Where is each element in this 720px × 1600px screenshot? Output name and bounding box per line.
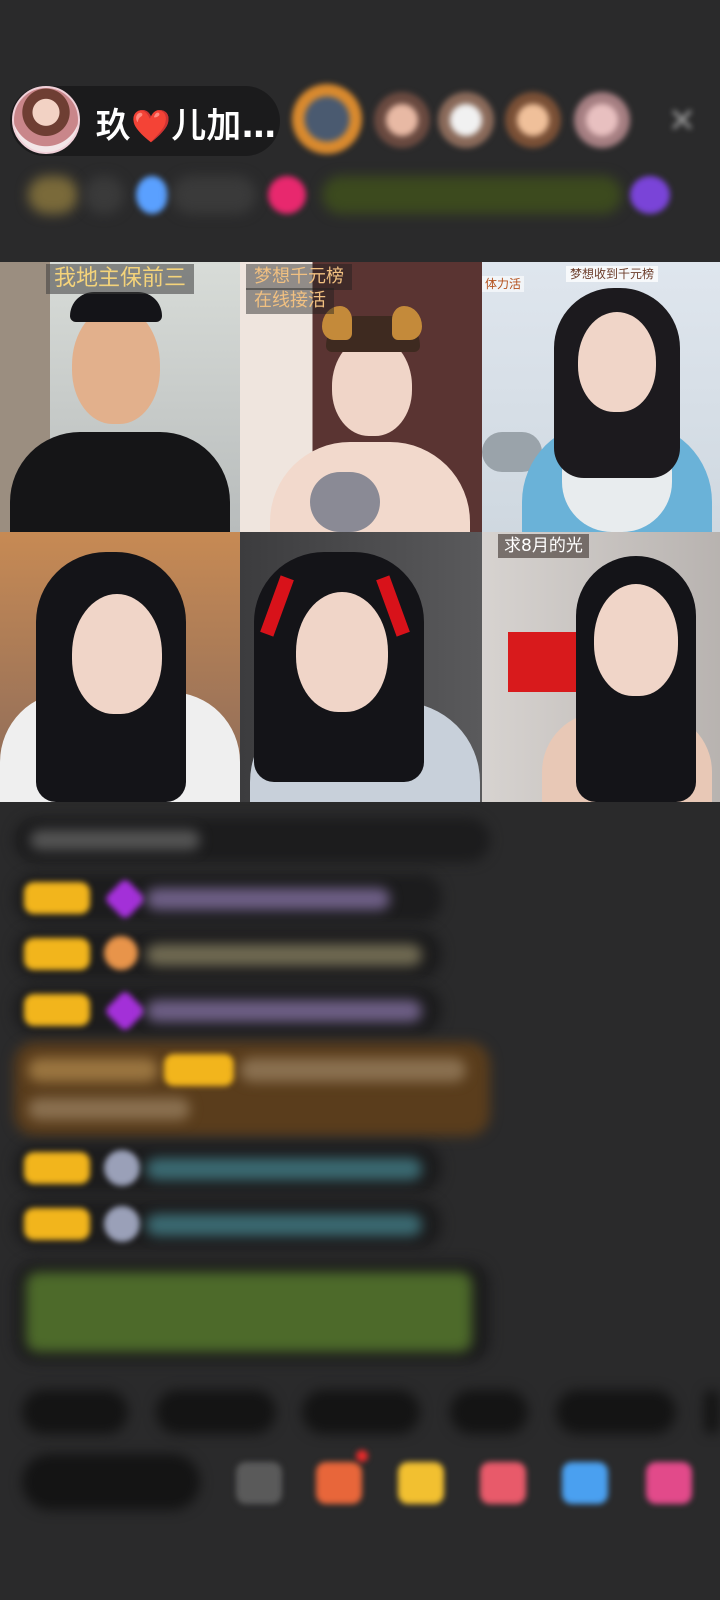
info-chip	[172, 176, 256, 214]
heart-icon: ❤️	[131, 107, 172, 145]
guest-tile-6[interactable]: 求8月的光	[482, 532, 720, 802]
cat-ear-right	[392, 306, 422, 340]
chat-text	[240, 1058, 466, 1082]
heart-gift-icon[interactable]	[480, 1462, 526, 1504]
chat-text	[146, 888, 390, 910]
chat-text	[146, 1000, 422, 1022]
guest-caption: 求8月的光	[498, 534, 589, 558]
user-level-badge	[24, 1152, 90, 1184]
guest-caption-line1: 梦想千元榜	[246, 264, 352, 290]
chat-text	[28, 1058, 158, 1082]
chat-text	[146, 1214, 422, 1236]
guest-face	[594, 584, 678, 696]
host-name[interactable]: 玖❤️儿加…	[96, 98, 277, 147]
guest-caption: 我地主保前三	[46, 264, 195, 294]
quick-comment-button[interactable]	[450, 1390, 528, 1434]
rank-icon[interactable]	[136, 176, 168, 214]
background-package	[508, 632, 578, 692]
close-icon[interactable]: ✕	[664, 103, 700, 139]
user-level-badge	[24, 938, 90, 970]
user-level-badge	[24, 1208, 90, 1240]
user-level-badge	[24, 994, 90, 1026]
more-icon[interactable]	[630, 176, 670, 214]
notification-dot	[356, 1450, 368, 1462]
guest-tattoo	[310, 472, 380, 532]
chat-text	[146, 944, 422, 966]
guest-caption-left: 体力活	[482, 276, 525, 292]
guest-caption-line2: 在线接活	[246, 288, 334, 314]
quick-comment-button[interactable]	[156, 1390, 276, 1434]
level-badge	[28, 176, 78, 214]
gift-box-icon[interactable]	[316, 1462, 362, 1504]
guest-tile-5[interactable]	[240, 532, 482, 802]
controller-icon[interactable]	[646, 1462, 692, 1504]
top-viewer-avatar-1[interactable]	[292, 84, 362, 154]
avatar	[104, 1150, 140, 1186]
guest-hair	[70, 292, 162, 322]
user-level-badge	[24, 882, 90, 914]
comment-input[interactable]	[22, 1454, 200, 1510]
top-viewer-avatar-2[interactable]	[374, 92, 430, 148]
avatar	[104, 936, 138, 970]
guest-face	[72, 306, 160, 424]
guest-caption-right: 梦想收到千元榜	[566, 266, 659, 282]
top-viewer-avatar-3[interactable]	[438, 92, 494, 148]
chat-text	[30, 830, 200, 850]
host-name-part1: 玖	[96, 106, 131, 146]
chat-text	[28, 1098, 190, 1120]
guest-face	[296, 592, 388, 712]
guest-tile-1[interactable]: 我地主保前三	[0, 262, 240, 532]
host-name-part2: 儿加…	[171, 106, 277, 146]
gift-icon[interactable]	[398, 1462, 444, 1504]
host-avatar[interactable]	[12, 86, 80, 154]
chat-text	[26, 1272, 472, 1352]
top-viewer-avatar-4[interactable]	[505, 92, 561, 148]
guest-face	[72, 594, 162, 714]
quick-comment-button[interactable]	[704, 1390, 720, 1434]
guest-tile-2[interactable]: 梦想千元榜 在线接活	[240, 262, 482, 532]
gamepad-icon[interactable]	[562, 1462, 608, 1504]
info-chip	[84, 176, 124, 214]
guest-face	[578, 312, 656, 412]
chat-message-highlighted	[14, 1042, 490, 1136]
guest-body	[10, 432, 230, 532]
more-options-icon[interactable]	[236, 1462, 282, 1504]
guest-tile-3[interactable]: 体力活 梦想收到千元榜	[482, 262, 720, 532]
fan-club-icon[interactable]	[268, 176, 306, 214]
quick-comment-button[interactable]	[302, 1390, 420, 1434]
chat-text	[146, 1158, 422, 1180]
user-level-badge	[164, 1054, 234, 1086]
guest-tile-4[interactable]	[0, 532, 240, 802]
quick-comment-button[interactable]	[556, 1390, 676, 1434]
announcement-chip[interactable]	[322, 176, 622, 214]
top-viewer-avatar-5[interactable]	[574, 92, 630, 148]
avatar	[104, 1206, 140, 1242]
quick-comment-button[interactable]	[22, 1390, 128, 1434]
